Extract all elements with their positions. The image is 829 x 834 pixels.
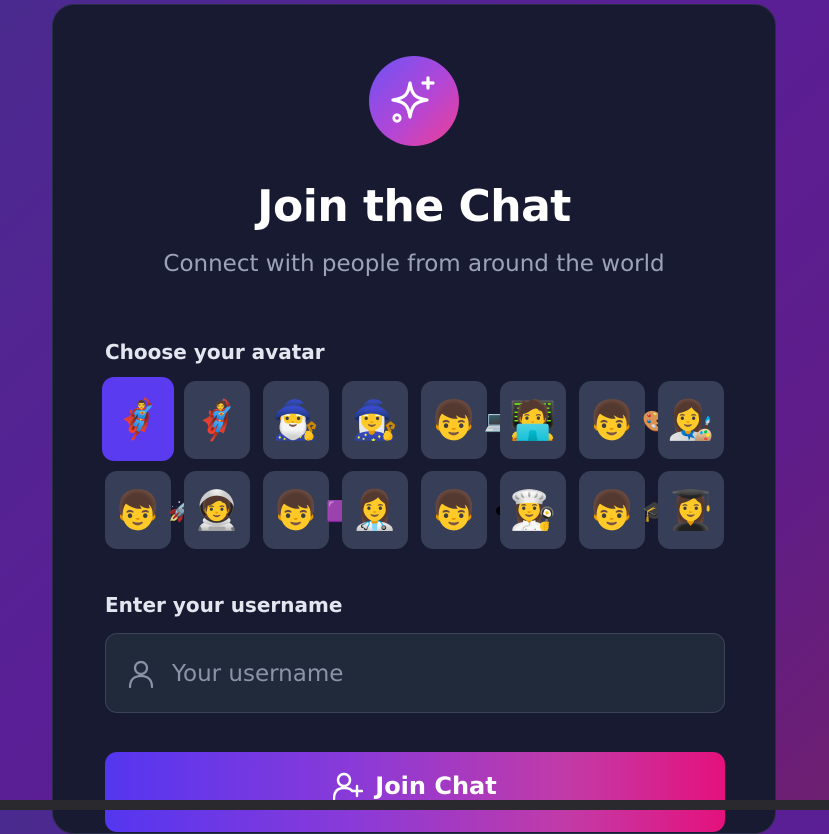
avatar-emoji: 🦸 [193,398,241,442]
avatar-option[interactable]: 🧙‍♀️ [342,381,408,459]
avatar-option[interactable]: 👦 🚀 [105,471,193,549]
avatar-emoji: 🦸‍♂️ [114,397,162,441]
avatar-option[interactable]: 👩‍🍳 [500,471,566,549]
avatar-option[interactable]: 🦸 [184,381,250,459]
avatar-emoji: 🧑‍🚀 [193,488,241,532]
avatar-option[interactable]: 👩‍⚕️ [342,471,408,549]
avatar-emoji: 👦 [430,488,478,532]
join-chat-label: Join Chat [375,772,497,800]
avatar-option[interactable]: 🧑‍💻 [500,381,566,459]
avatar-emoji: 🧑‍💻 [509,398,557,442]
logo-badge [369,56,459,146]
avatar-emoji: 👦 [430,398,478,442]
avatar-option[interactable]: 🧑‍🚀 [184,471,250,549]
avatar-option[interactable]: 👩‍🎨 [658,381,724,459]
avatar-emoji: 👩‍🎨 [667,398,715,442]
join-card: Join the Chat Connect with people from a… [52,4,776,834]
avatar-option[interactable]: 👦 💻 [421,381,509,459]
avatar-option[interactable]: 👩‍🎓 [658,471,724,549]
avatar-emoji: 👦 [588,488,636,532]
avatar-emoji: 🧙‍♀️ [351,398,399,442]
user-icon [128,660,154,688]
sparkles-icon [391,76,435,123]
username-field[interactable] [105,633,725,714]
avatar-emoji: 👦 [588,398,636,442]
avatar-option[interactable]: 👦 🟪 [263,471,351,549]
username-input[interactable] [170,634,714,714]
avatar-emoji: 👩‍⚕️ [351,488,399,532]
avatar-emoji: 👩‍🍳 [509,488,557,532]
page-title: Join the Chat [257,181,571,232]
avatar-grid: 🦸‍♂️ 🦸 🧙‍♂️ 🧙‍♀️ 👦💻🧑‍💻 👦🎨👩‍🎨 👦🚀🧑‍🚀 👦🟪👩‍⚕️ 👦⚫👩‍🍳 👦… [102,377,729,561]
username-label: Enter your username [105,593,343,617]
avatar-section-label: Choose your avatar [105,340,325,364]
avatar-option[interactable]: 👦 🎨 [579,381,667,459]
avatar-option[interactable]: 🦸‍♂️ [102,377,174,461]
avatar-emoji: 👦 [272,488,320,532]
avatar-emoji: 👦 [114,488,162,532]
window-bottom-bar [0,800,829,810]
user-plus-icon [333,772,364,800]
join-chat-button[interactable]: Join Chat [105,752,725,832]
avatar-option[interactable]: 👦 🎓 [579,471,667,549]
avatar-option[interactable]: 👦⚫ [421,471,509,549]
avatar-option[interactable]: 🧙‍♂️ [263,381,329,459]
avatar-emoji: 🧙‍♂️ [272,398,320,442]
page-subtitle: Connect with people from around the worl… [163,251,665,277]
avatar-emoji: 👩‍🎓 [667,488,715,532]
